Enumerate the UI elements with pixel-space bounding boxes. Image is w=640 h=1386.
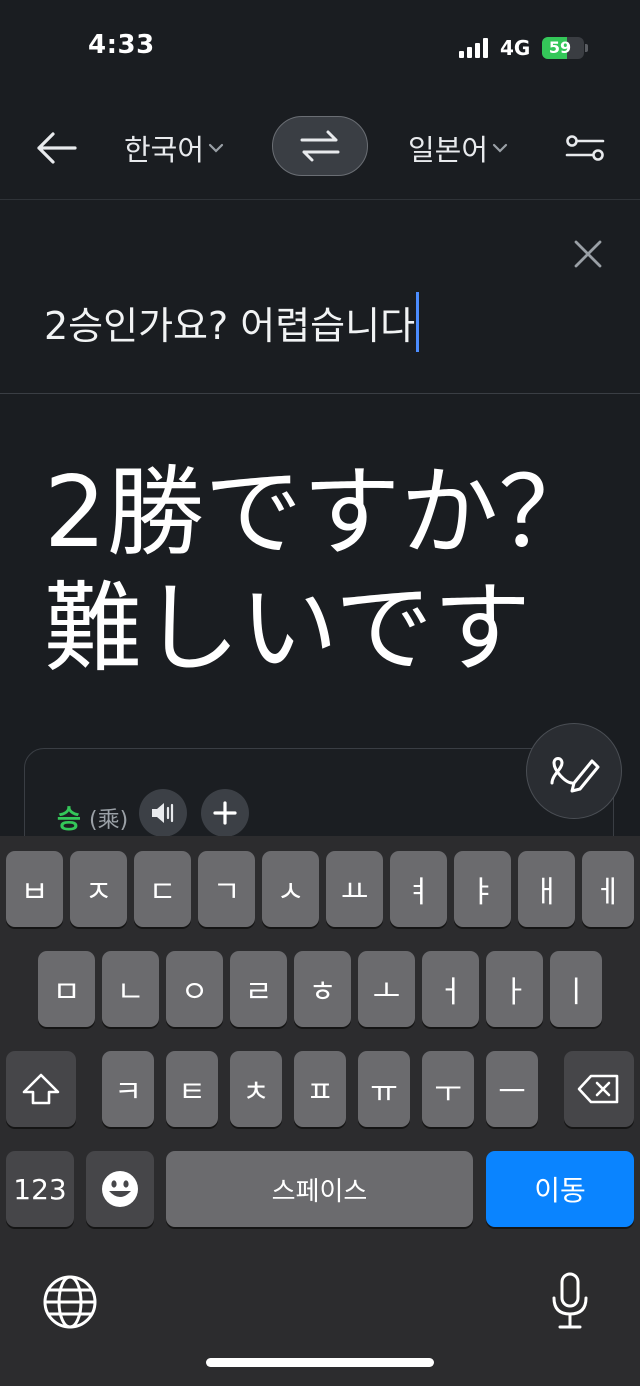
- source-input-area[interactable]: 2승인가요? 어렵습니다: [0, 200, 640, 394]
- network-type: 4G: [500, 36, 531, 60]
- key-ㅎ[interactable]: ㅎ: [294, 951, 351, 1027]
- numbers-key[interactable]: 123: [6, 1151, 74, 1227]
- battery-icon: 59: [542, 37, 588, 59]
- shift-key[interactable]: [6, 1051, 76, 1127]
- target-language-selector[interactable]: 일본어: [408, 126, 508, 170]
- translator-header: 한국어 일본어: [0, 96, 640, 200]
- key-ㅍ[interactable]: ㅍ: [294, 1051, 346, 1127]
- speaker-icon: [152, 803, 174, 823]
- delete-key[interactable]: [564, 1051, 634, 1127]
- back-button[interactable]: [30, 126, 82, 170]
- close-icon: [574, 240, 602, 268]
- swap-arrows-icon: [300, 130, 340, 162]
- source-language-selector[interactable]: 한국어: [124, 126, 224, 170]
- swap-languages-button[interactable]: [272, 116, 368, 176]
- text-caret: [416, 292, 420, 352]
- source-text-field[interactable]: 2승인가요? 어렵습니다: [44, 292, 420, 352]
- dictation-button[interactable]: [540, 1268, 600, 1334]
- handwriting-pen-icon: [550, 757, 600, 793]
- key-ㅌ[interactable]: ㅌ: [166, 1051, 218, 1127]
- battery-level: 59: [548, 38, 572, 57]
- key-ㄷ[interactable]: ㄷ: [134, 851, 191, 927]
- key-ㅓ[interactable]: ㅓ: [422, 951, 479, 1027]
- globe-button[interactable]: [36, 1272, 104, 1332]
- home-indicator[interactable]: [206, 1358, 434, 1367]
- signal-icon: [459, 38, 491, 58]
- key-ㄹ[interactable]: ㄹ: [230, 951, 287, 1027]
- key-ㅋ[interactable]: ㅋ: [102, 1051, 154, 1127]
- key-ㅊ[interactable]: ㅊ: [230, 1051, 282, 1127]
- listen-button[interactable]: [139, 789, 187, 837]
- key-ㅔ[interactable]: ㅔ: [582, 851, 634, 927]
- clear-button[interactable]: [570, 236, 606, 272]
- sliders-icon: [565, 135, 605, 161]
- shift-icon: [22, 1073, 60, 1105]
- key-ㅏ[interactable]: ㅏ: [486, 951, 543, 1027]
- go-key[interactable]: 이동: [486, 1151, 634, 1227]
- key-ㅡ[interactable]: ㅡ: [486, 1051, 538, 1127]
- chevron-down-icon: [208, 143, 224, 153]
- translation-result: 2勝ですか？ 難しいです: [44, 455, 604, 687]
- source-language-label: 한국어: [124, 133, 205, 167]
- key-ㅠ[interactable]: ㅠ: [358, 1051, 410, 1127]
- key-ㄴ[interactable]: ㄴ: [102, 951, 159, 1027]
- key-ㅗ[interactable]: ㅗ: [358, 951, 415, 1027]
- source-text: 2승인가요? 어렵습니다: [44, 303, 416, 348]
- status-time: 4:33: [88, 30, 155, 60]
- translation-line-2: 難しいです: [44, 572, 532, 686]
- microphone-icon: [552, 1272, 588, 1329]
- emoji-key[interactable]: [86, 1151, 154, 1227]
- status-bar: 4:33 4G 59: [0, 0, 640, 96]
- key-ㅂ[interactable]: ㅂ: [6, 851, 63, 927]
- target-language-label: 일본어: [408, 133, 489, 167]
- korean-keyboard: ㅂ ㅈ ㄷ ㄱ ㅅ ㅛ ㅕ ㅑ ㅐ ㅔ ㅁ ㄴ ㅇ ㄹ ㅎ ㅗ ㅓ ㅏ ㅣ ㅋ …: [0, 836, 640, 1386]
- plus-icon: [213, 801, 237, 825]
- handwriting-button[interactable]: [526, 723, 622, 819]
- key-ㅜ[interactable]: ㅜ: [422, 1051, 474, 1127]
- arrow-left-icon: [37, 132, 77, 164]
- key-ㅇ[interactable]: ㅇ: [166, 951, 223, 1027]
- backspace-icon: [577, 1074, 619, 1104]
- translation-line-1: 2勝ですか？: [44, 456, 597, 570]
- key-ㅑ[interactable]: ㅑ: [454, 851, 511, 927]
- space-key[interactable]: 스페이스: [166, 1151, 473, 1227]
- settings-button[interactable]: [562, 126, 608, 170]
- dictionary-hanja: (乘): [89, 808, 129, 833]
- key-ㅁ[interactable]: ㅁ: [38, 951, 95, 1027]
- key-ㅣ[interactable]: ㅣ: [550, 951, 602, 1027]
- emoji-icon: [102, 1171, 138, 1207]
- key-ㅈ[interactable]: ㅈ: [70, 851, 127, 927]
- chevron-down-icon: [492, 143, 508, 153]
- key-ㅛ[interactable]: ㅛ: [326, 851, 383, 927]
- key-ㅕ[interactable]: ㅕ: [390, 851, 447, 927]
- globe-icon: [43, 1275, 97, 1329]
- add-to-wordbook-button[interactable]: [201, 789, 249, 837]
- dictionary-word[interactable]: 승: [57, 799, 81, 836]
- key-ㅐ[interactable]: ㅐ: [518, 851, 575, 927]
- key-ㅅ[interactable]: ㅅ: [262, 851, 319, 927]
- key-ㄱ[interactable]: ㄱ: [198, 851, 255, 927]
